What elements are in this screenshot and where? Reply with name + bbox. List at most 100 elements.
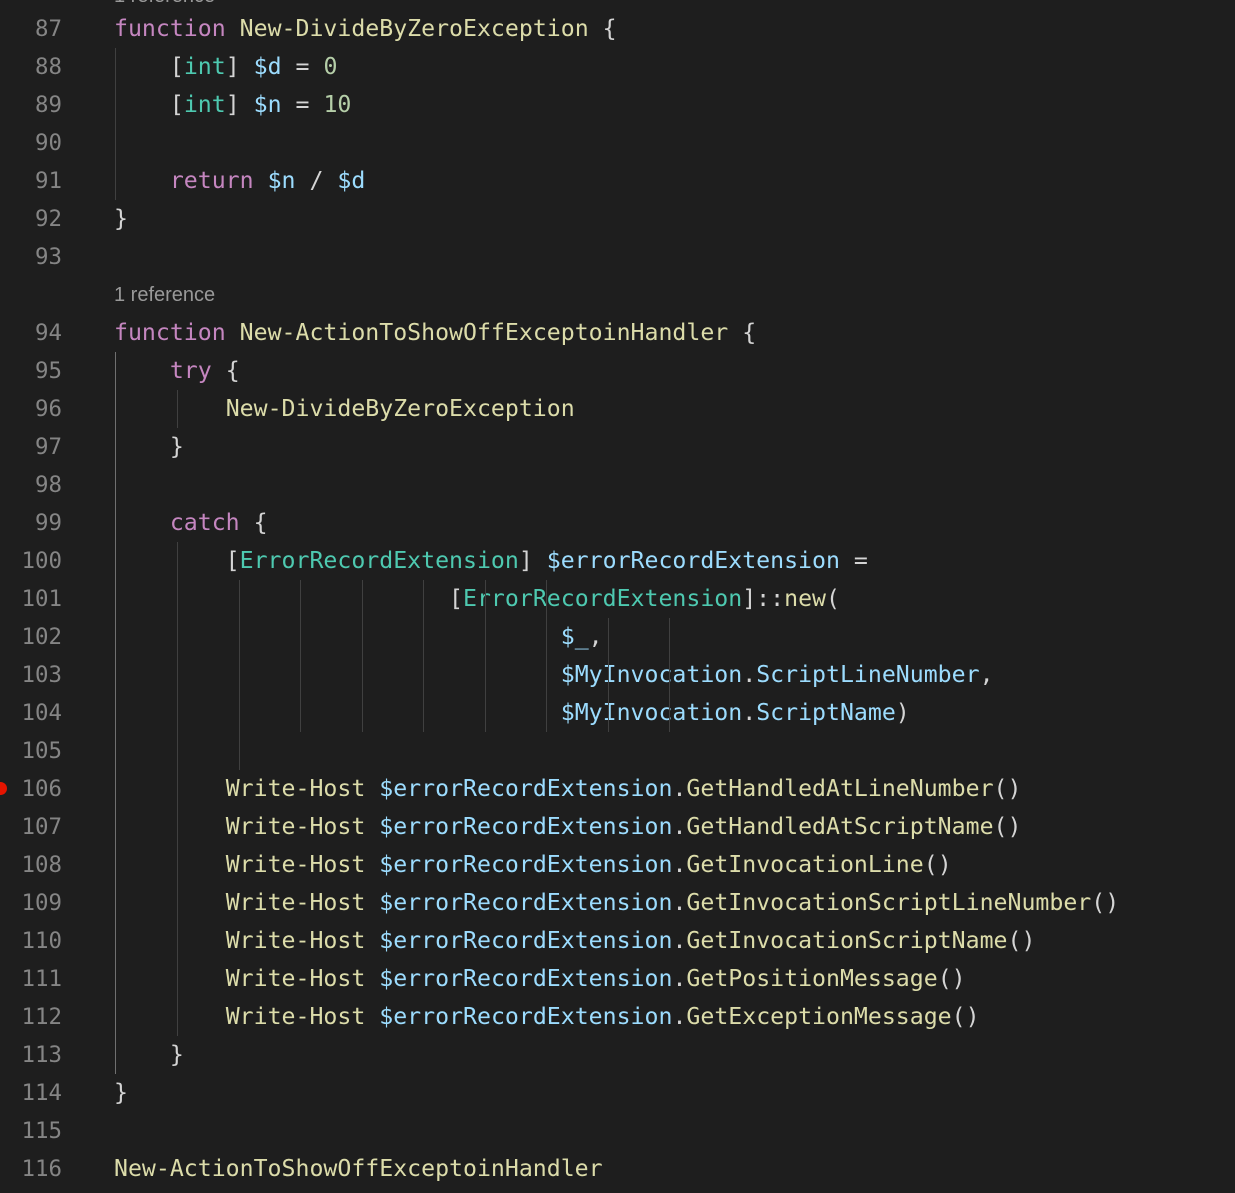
variable: $d xyxy=(337,167,366,194)
line-number[interactable]: 101 xyxy=(0,580,62,618)
indent-guide xyxy=(177,390,178,428)
punctuation: ) xyxy=(895,699,910,726)
code-line[interactable]: 115 xyxy=(0,1112,1235,1150)
variable: $n xyxy=(253,91,282,118)
line-number[interactable]: 91 xyxy=(0,162,62,200)
code-line[interactable]: 112 Write-Host $errorRecordExtension.Get… xyxy=(0,998,1235,1036)
punctuation: [ xyxy=(114,53,184,80)
line-number[interactable]: 102 xyxy=(0,618,62,656)
code-line[interactable]: 95 try { xyxy=(0,352,1235,390)
code-line[interactable]: 107 Write-Host $errorRecordExtension.Get… xyxy=(0,808,1235,846)
function-name: New-ActionToShowOffExceptoinHandler xyxy=(239,319,729,346)
line-number[interactable]: 108 xyxy=(0,846,62,884)
code-line[interactable]: 114} xyxy=(0,1074,1235,1112)
punctuation xyxy=(114,623,561,650)
line-number[interactable]: 87 xyxy=(0,10,62,48)
code-line[interactable]: 89 [int] $n = 10 xyxy=(0,86,1235,124)
code-line[interactable]: 93 xyxy=(0,238,1235,276)
keyword: try xyxy=(169,357,212,384)
line-number[interactable]: 98 xyxy=(0,466,62,504)
punctuation: . xyxy=(672,889,687,916)
variable: $n xyxy=(267,167,296,194)
code-line[interactable]: 116 New-ActionToShowOffExceptoinHandler xyxy=(0,1150,1235,1188)
code-text: [ErrorRecordExtension]::new( xyxy=(114,580,840,618)
indent-guide xyxy=(239,580,240,732)
variable: $MyInvocation xyxy=(560,699,743,726)
line-number[interactable]: 90 xyxy=(0,124,62,162)
variable: $_ xyxy=(560,623,589,650)
function-name: GetInvocationScriptName xyxy=(686,927,1008,954)
line-number[interactable]: 97 xyxy=(0,428,62,466)
line-number[interactable]: 92 xyxy=(0,200,62,238)
line-number[interactable]: 89 xyxy=(0,86,62,124)
code-line[interactable]: 111 Write-Host $errorRecordExtension.Get… xyxy=(0,960,1235,998)
line-number[interactable]: 88 xyxy=(0,48,62,86)
line-number[interactable]: 106 xyxy=(0,770,62,808)
variable: $errorRecordExtension xyxy=(379,927,673,954)
code-line[interactable]: 104 $MyInvocation.ScriptName) xyxy=(0,694,1235,732)
code-line[interactable]: 100 [ErrorRecordExtension] $errorRecordE… xyxy=(0,542,1235,580)
code-line[interactable]: 92} xyxy=(0,200,1235,238)
variable: $errorRecordExtension xyxy=(379,965,673,992)
code-line[interactable]: 103 $MyInvocation.ScriptLineNumber, xyxy=(0,656,1235,694)
line-number[interactable]: 112 xyxy=(0,998,62,1036)
line-number[interactable]: 95 xyxy=(0,352,62,390)
line-number[interactable]: 103 xyxy=(0,656,62,694)
punctuation: { xyxy=(588,15,617,42)
code-text: } xyxy=(114,200,128,238)
line-number[interactable]: 100 xyxy=(0,542,62,580)
type-name: int xyxy=(183,91,226,118)
code-line[interactable]: 110 Write-Host $errorRecordExtension.Get… xyxy=(0,922,1235,960)
code-line[interactable]: 102 $_, xyxy=(0,618,1235,656)
codelens-reference[interactable]: 1 reference xyxy=(114,280,215,310)
line-number[interactable]: 99 xyxy=(0,504,62,542)
indent-guide xyxy=(362,580,363,732)
code-text: [int] $n = 10 xyxy=(114,86,352,124)
code-line[interactable]: 97 } xyxy=(0,428,1235,466)
punctuation xyxy=(114,927,226,954)
function-name: GetInvocationLine xyxy=(686,851,924,878)
code-text: $_, xyxy=(114,618,603,656)
line-number[interactable]: 104 xyxy=(0,694,62,732)
line-number[interactable]: 113 xyxy=(0,1036,62,1074)
line-number[interactable]: 114 xyxy=(0,1074,62,1112)
code-line[interactable]: 109 Write-Host $errorRecordExtension.Get… xyxy=(0,884,1235,922)
code-line[interactable]: 87 function New-DivideByZeroException { xyxy=(0,10,1235,48)
code-line[interactable]: 90 xyxy=(0,124,1235,162)
code-line[interactable]: 91 return $n / $d xyxy=(0,162,1235,200)
punctuation: . xyxy=(672,775,687,802)
code-line[interactable]: 106 Write-Host $errorRecordExtension.Get… xyxy=(0,770,1235,808)
code-line[interactable]: 108 Write-Host $errorRecordExtension.Get… xyxy=(0,846,1235,884)
code-line[interactable]: 96 New-DivideByZeroException xyxy=(0,390,1235,428)
code-line[interactable]: 101 [ErrorRecordExtension]::new( xyxy=(0,580,1235,618)
function-name: new xyxy=(784,585,826,612)
variable: $errorRecordExtension xyxy=(379,851,673,878)
punctuation: . xyxy=(742,661,757,688)
punctuation: [ xyxy=(114,91,184,118)
code-line[interactable]: 105 xyxy=(0,732,1235,770)
code-text: } xyxy=(114,428,184,466)
punctuation xyxy=(114,661,561,688)
line-number[interactable]: 93 xyxy=(0,238,62,276)
punctuation: () xyxy=(923,851,952,878)
line-number[interactable]: 96 xyxy=(0,390,62,428)
line-number[interactable]: 111 xyxy=(0,960,62,998)
punctuation: () xyxy=(937,965,966,992)
line-number[interactable]: 116 xyxy=(0,1150,62,1188)
line-number[interactable]: 107 xyxy=(0,808,62,846)
code-line[interactable]: 88 [int] $d = 0 xyxy=(0,48,1235,86)
code-line[interactable]: 113 } xyxy=(0,1036,1235,1074)
code-line[interactable]: 98 xyxy=(0,466,1235,504)
indent-guide xyxy=(669,618,670,732)
indent-guide xyxy=(546,580,547,732)
line-number[interactable]: 115 xyxy=(0,1112,62,1150)
function-name: GetHandledAtScriptName xyxy=(686,813,994,840)
code-line[interactable]: 99 catch { xyxy=(0,504,1235,542)
code-line[interactable]: 94 function New-ActionToShowOffExceptoinH… xyxy=(0,314,1235,352)
line-number[interactable]: 105 xyxy=(0,732,62,770)
line-number[interactable]: 110 xyxy=(0,922,62,960)
line-number[interactable]: 109 xyxy=(0,884,62,922)
code-editor[interactable]: 1 reference 87 function New-DivideByZeroE… xyxy=(0,0,1235,1193)
line-number[interactable]: 94 xyxy=(0,314,62,352)
punctuation: ] xyxy=(225,53,254,80)
